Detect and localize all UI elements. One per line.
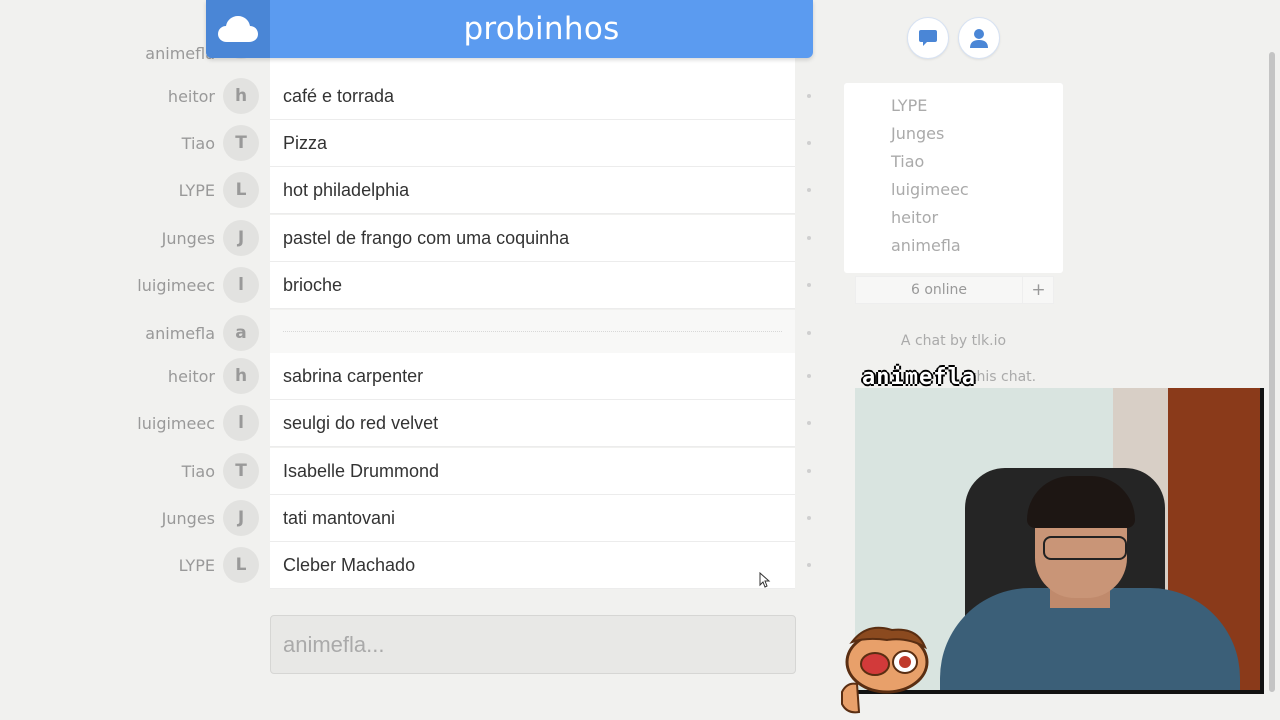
mouse-cursor-icon (759, 572, 771, 588)
chat-button[interactable] (907, 17, 949, 59)
room-header: probinhos (206, 0, 813, 58)
message-username[interactable]: Junges (162, 215, 215, 262)
chat-row: luigimeec l brioche (0, 262, 820, 309)
avatar: J (223, 220, 259, 256)
chat-row: Tiao T Isabelle Drummond (0, 448, 820, 495)
avatar: l (223, 405, 259, 441)
avatar: h (223, 78, 259, 114)
chat-row: Tiao T Pizza (0, 120, 820, 167)
message-timestamp-dot[interactable] (807, 516, 811, 520)
online-count: 6 online (910, 282, 968, 298)
online-bar: 6 online + (855, 276, 1054, 304)
online-user[interactable]: animefla (891, 232, 961, 260)
message-username[interactable]: Tiao (182, 120, 215, 167)
message-bubble: café e torrada (270, 73, 795, 120)
message-bubble: hot philadelphia (270, 167, 795, 214)
message-text: seulgi do red velvet (283, 413, 439, 433)
message-text: Cleber Machado (283, 555, 416, 575)
tlkio-logo[interactable] (206, 0, 270, 58)
message-bubble: Isabelle Drummond (270, 448, 795, 495)
message-username[interactable]: heitor (168, 353, 215, 400)
scrollbar[interactable] (1269, 52, 1275, 692)
message-bubble: Pizza (270, 120, 795, 167)
message-text: Pizza (283, 133, 328, 153)
message-username[interactable]: luigimeec (137, 262, 215, 309)
avatar: a (223, 315, 259, 351)
room-title: probinhos (463, 11, 620, 47)
cam-person-glasses (1043, 536, 1127, 560)
message-text: hot philadelphia (283, 180, 410, 200)
message-timestamp-dot[interactable] (807, 374, 811, 378)
message-text: café e torrada (283, 86, 395, 106)
online-user[interactable]: Tiao (891, 148, 924, 176)
avatar: l (223, 267, 259, 303)
message-username[interactable]: luigimeec (137, 400, 215, 447)
message-timestamp-dot[interactable] (807, 141, 811, 145)
message-bubble: seulgi do red velvet (270, 400, 795, 447)
online-user[interactable]: Junges (891, 120, 944, 148)
message-bubble: brioche (270, 262, 795, 309)
avatar: L (223, 172, 259, 208)
avatar: T (223, 453, 259, 489)
message-timestamp-dot[interactable] (807, 331, 811, 335)
message-bubble: tati mantovani (270, 495, 795, 542)
message-username: animefla (145, 44, 215, 63)
message-text: sabrina carpenter (283, 366, 424, 386)
chat-row: Junges Jpastel de frango com uma coquinha (0, 215, 820, 262)
message-timestamp-dot[interactable] (807, 94, 811, 98)
message-timestamp-dot[interactable] (807, 283, 811, 287)
credit-link[interactable]: A chat by tlk.io (844, 333, 1063, 349)
message-bubble (270, 310, 795, 354)
message-timestamp-dot[interactable] (807, 236, 811, 240)
message-timestamp-dot[interactable] (807, 188, 811, 192)
avatar: T (223, 125, 259, 161)
chat-bubble-icon (919, 30, 937, 46)
credit-text: this chat. (971, 369, 1037, 385)
message-text: tati mantovani (283, 508, 396, 528)
message-bubble: pastel de frango com uma coquinha (270, 215, 795, 262)
chat-row: heitor h café e torrada (0, 73, 820, 120)
chat-log: animefla heitor h café e torrada Tiao T Pizza… (0, 0, 820, 720)
message-username[interactable]: Tiao (182, 448, 215, 495)
chat-row: LYPE Lhot philadelphia (0, 167, 820, 214)
message-bubble: sabrina carpenter (270, 353, 795, 400)
streamer-watermark: animefla (862, 365, 976, 390)
message-input[interactable] (271, 616, 795, 673)
message-username[interactable]: LYPE (179, 542, 215, 589)
profile-button[interactable] (958, 17, 1000, 59)
online-user[interactable]: LYPE (891, 92, 927, 120)
message-timestamp-dot[interactable] (807, 563, 811, 567)
online-user[interactable]: luigimeec (891, 176, 969, 204)
online-users-list: LYPE Junges Tiao luigimeec heitor animef… (844, 83, 1063, 273)
message-text: brioche (283, 275, 343, 295)
chat-row: luigimeec l seulgi do red velvet (0, 400, 820, 447)
chat-row: heitor h sabrina carpenter (0, 353, 820, 400)
mascot-sticker (841, 626, 929, 714)
user-icon (970, 29, 988, 48)
message-username[interactable]: animefla (145, 310, 215, 357)
message-username[interactable]: Junges (162, 495, 215, 542)
add-user-button[interactable]: + (1022, 277, 1054, 303)
message-username[interactable]: heitor (168, 73, 215, 120)
message-composer[interactable] (270, 615, 796, 674)
chat-row: animefla a (0, 310, 820, 357)
message-text: pastel de frango com uma coquinha (283, 228, 570, 248)
empty-message-divider (283, 331, 782, 332)
avatar: L (223, 547, 259, 583)
message-text: Isabelle Drummond (283, 461, 440, 481)
cloud-icon (218, 16, 258, 42)
message-timestamp-dot[interactable] (807, 421, 811, 425)
chat-row: Junges Jtati mantovani (0, 495, 820, 542)
avatar: J (223, 500, 259, 536)
online-user[interactable]: heitor (891, 204, 938, 232)
chat-row: LYPE L Cleber Machado (0, 542, 820, 589)
message-username[interactable]: LYPE (179, 167, 215, 214)
message-timestamp-dot[interactable] (807, 469, 811, 473)
message-bubble: Cleber Machado (270, 542, 795, 589)
avatar: h (223, 358, 259, 394)
